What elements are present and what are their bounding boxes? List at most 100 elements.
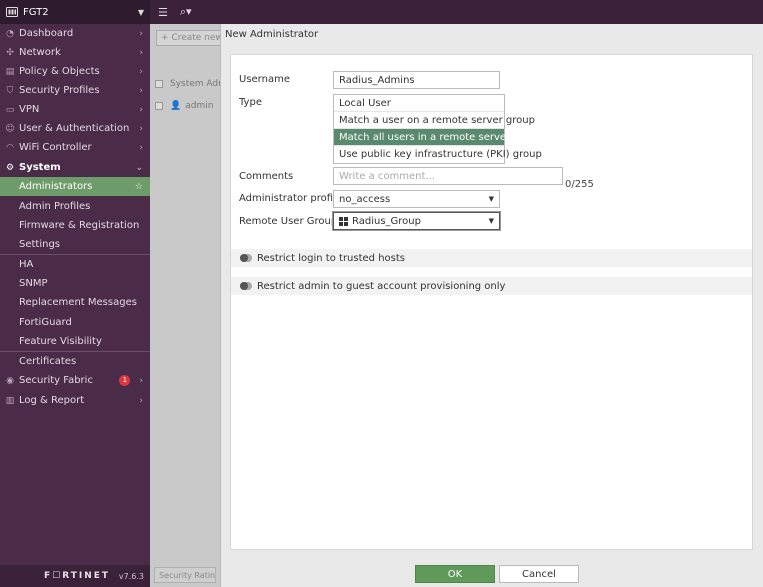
trusted-hosts-row: Restrict login to trusted hosts xyxy=(231,249,752,267)
chevron-right-icon: › xyxy=(139,66,143,77)
nav-user-authentication[interactable]: ☺ User & Authentication › xyxy=(0,119,150,138)
version-label: v7.6.3 xyxy=(118,571,144,581)
admin-profile-label: Administrator profile xyxy=(239,193,342,204)
nav-label: Network xyxy=(19,47,61,58)
network-icon: ✣ xyxy=(6,47,14,58)
nav-label: Policy & Objects xyxy=(19,66,100,77)
nav-policy-objects[interactable]: ▤ Policy & Objects › xyxy=(0,62,150,81)
nav-label: VPN xyxy=(19,104,40,115)
notification-badge: 1 xyxy=(119,375,131,386)
top-bar: ☰ ⌕▾ xyxy=(150,0,763,24)
nav-label: SNMP xyxy=(19,278,48,289)
nav-label: Certificates xyxy=(19,356,77,367)
chevron-right-icon: › xyxy=(139,375,143,386)
nav-fortiguard[interactable]: FortiGuard xyxy=(0,313,150,332)
sidebar: FGT2 ▼ ◔ Dashboard › ✣ Network › ▤ Polic… xyxy=(0,0,150,587)
type-label: Type xyxy=(239,97,262,108)
panel-title: New Administrator xyxy=(225,29,319,40)
ok-button[interactable]: OK xyxy=(415,565,495,583)
chevron-down-icon: ⌄ xyxy=(135,162,143,173)
checkbox xyxy=(155,80,163,88)
username-input[interactable]: Radius_Admins xyxy=(333,71,500,89)
chevron-right-icon: › xyxy=(139,142,143,153)
remote-group-value: Radius_Group xyxy=(352,215,421,227)
form-card: Username Radius_Admins Type Local User M… xyxy=(230,54,753,550)
background-toolbar: + Create new xyxy=(150,28,228,48)
nav-label: Security Fabric xyxy=(19,375,93,386)
nav-label: Dashboard xyxy=(19,28,74,39)
nav-log-report[interactable]: ▥ Log & Report › xyxy=(0,391,150,410)
nav-label: Admin Profiles xyxy=(19,201,91,212)
nav-label: HA xyxy=(19,259,34,270)
nav-network[interactable]: ✣ Network › xyxy=(0,43,150,62)
device-name: FGT2 xyxy=(23,6,49,18)
star-icon[interactable]: ☆ xyxy=(135,182,143,192)
chevron-right-icon: › xyxy=(139,395,143,406)
table-header: System Admin xyxy=(150,74,220,94)
nav-snmp[interactable]: SNMP xyxy=(0,274,150,293)
nav-wifi-controller[interactable]: ◠ WiFi Controller › xyxy=(0,138,150,157)
nav-security-profiles[interactable]: ⛉ Security Profiles › xyxy=(0,81,150,100)
nav-vpn[interactable]: ▭ VPN › xyxy=(0,100,150,119)
nav-label: Firmware & Registration xyxy=(19,220,140,231)
nav-label: System xyxy=(19,162,61,173)
type-option-local-user[interactable]: Local User xyxy=(334,95,504,112)
caret-down-icon: ▼ xyxy=(488,195,494,203)
nav-replacement-messages[interactable]: Replacement Messages xyxy=(0,293,150,312)
nav-label: Feature Visibility xyxy=(19,336,102,347)
nav-settings[interactable]: Settings xyxy=(0,235,150,254)
security-rating-button: Security Rating xyxy=(154,567,216,583)
trusted-hosts-label: Restrict login to trusted hosts xyxy=(257,252,406,264)
remote-group-label: Remote User Group xyxy=(239,216,338,227)
fortinet-logo: F☐RTINET xyxy=(44,571,111,581)
guest-only-row: Restrict admin to guest account provisio… xyxy=(231,277,752,295)
device-switcher[interactable]: FGT2 ▼ xyxy=(0,0,150,24)
comments-label: Comments xyxy=(239,171,294,182)
nav-admin-profiles[interactable]: Admin Profiles xyxy=(0,197,150,216)
search-icon[interactable]: ⌕▾ xyxy=(180,5,192,19)
nav-label: User & Authentication xyxy=(19,123,130,134)
nav-firmware-registration[interactable]: Firmware & Registration xyxy=(0,216,150,235)
nav-administrators[interactable]: Administrators ☆ xyxy=(0,177,150,196)
create-new-button: + Create new xyxy=(156,30,228,46)
user-icon: ☺ xyxy=(5,123,15,134)
nav-ha[interactable]: HA xyxy=(0,255,150,274)
cancel-button[interactable]: Cancel xyxy=(499,565,579,583)
nav-label: Administrators xyxy=(19,181,93,192)
trusted-hosts-toggle[interactable] xyxy=(240,254,252,262)
nav-system[interactable]: ⚙ System ⌄ xyxy=(0,158,150,177)
nav-security-fabric[interactable]: ◉ Security Fabric 1 › xyxy=(0,371,150,390)
shield-icon: ⛉ xyxy=(6,85,14,96)
chart-icon: ▥ xyxy=(5,395,15,406)
nav-feature-visibility[interactable]: Feature Visibility xyxy=(0,332,150,351)
nav-label: Log & Report xyxy=(19,395,85,406)
admin-profile-select[interactable]: no_access ▼ xyxy=(333,190,500,208)
user-group-icon xyxy=(339,216,348,226)
chevron-right-icon: › xyxy=(139,104,143,115)
hamburger-menu-icon[interactable]: ☰ xyxy=(158,6,168,19)
comments-counter: 0/255 xyxy=(565,179,594,190)
group-label: System Admin xyxy=(170,79,220,89)
type-option-pki-group[interactable]: Use public key infrastructure (PKI) grou… xyxy=(334,146,542,163)
gear-icon: ⚙ xyxy=(5,162,15,173)
security-rating-label: Security Rating xyxy=(159,570,216,580)
type-option-match-all-users[interactable]: Match all users in a remote server group xyxy=(334,129,542,146)
type-radio-list[interactable]: Local User Match a user on a remote serv… xyxy=(333,94,542,164)
nav-label: Replacement Messages xyxy=(19,297,137,308)
chevron-right-icon: › xyxy=(139,85,143,96)
nav-label: Settings xyxy=(19,239,61,250)
guest-only-toggle[interactable] xyxy=(240,282,252,290)
create-new-label: Create new xyxy=(171,33,223,43)
comments-textarea[interactable]: Write a comment... xyxy=(333,167,563,185)
nav-dashboard[interactable]: ◔ Dashboard › xyxy=(0,24,150,43)
new-administrator-panel: New Administrator Username Radius_Admins… xyxy=(220,24,763,587)
remote-group-select[interactable]: Radius_Group ▼ xyxy=(333,212,500,230)
wifi-icon: ◠ xyxy=(6,142,14,153)
nav-certificates[interactable]: Certificates xyxy=(0,352,150,371)
nav-label: FortiGuard xyxy=(19,317,72,328)
type-option-match-user[interactable]: Match a user on a remote server group xyxy=(334,112,535,129)
admin-profile-value: no_access xyxy=(339,193,391,205)
fabric-icon: ◉ xyxy=(6,375,14,386)
background-page: + Create new System Admin 👤 admin Securi… xyxy=(150,24,228,587)
table-row: 👤 admin xyxy=(150,96,220,116)
